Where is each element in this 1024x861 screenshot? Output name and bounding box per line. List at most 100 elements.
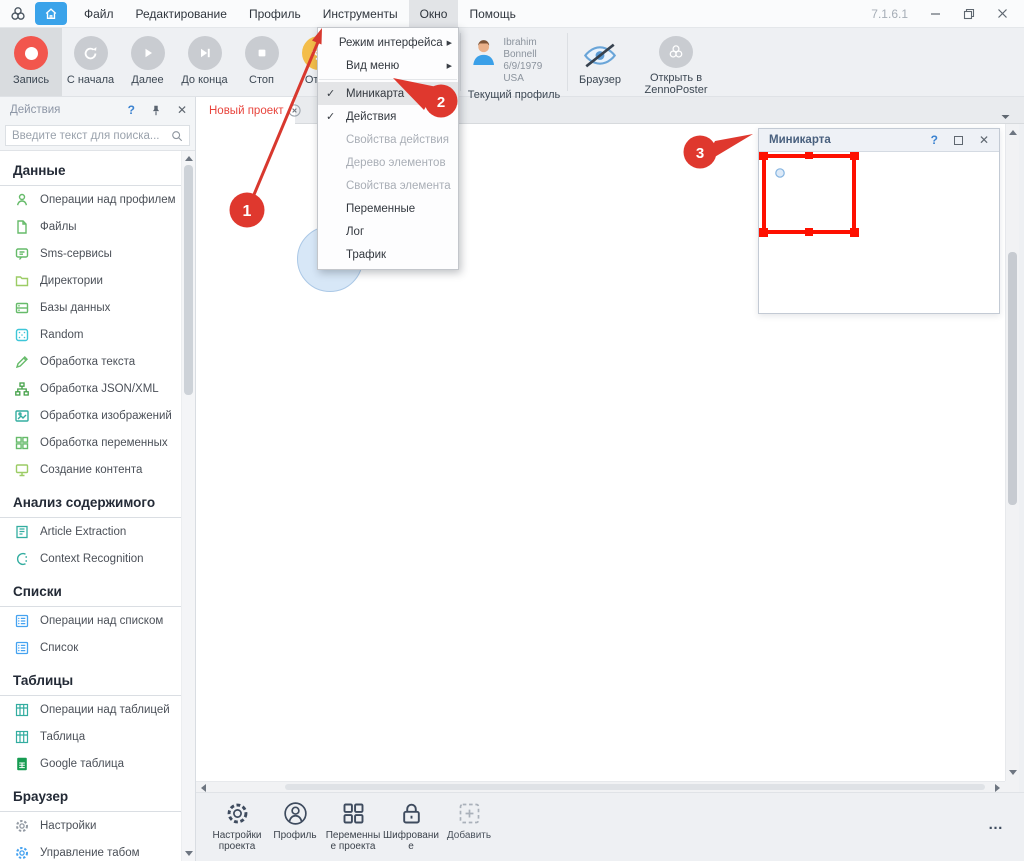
menu-item-actions[interactable]: ✓ Действия [318,105,458,128]
sidebar-item-profile-ops[interactable]: Операции над профилем [0,186,181,213]
minimap-viewport-indicator[interactable] [759,152,1001,313]
sidebar-item-files[interactable]: Файлы [0,213,181,240]
help-icon[interactable]: ? [128,103,135,117]
menu-item-interface-mode[interactable]: Режим интерфейса ▶ [318,31,458,54]
tab-list-dropdown-icon[interactable] [1001,107,1010,125]
scrollbar-thumb[interactable] [184,165,193,395]
scroll-right-icon[interactable] [995,784,1000,792]
browser-label: Браузер [579,74,621,86]
scrollbar-thumb[interactable] [1008,252,1017,505]
menu-item-traffic[interactable]: Трафик [318,243,458,266]
window-menu-dropdown: Режим интерфейса ▶ Вид меню ▶ ✓ Миникарт… [317,27,459,270]
section-header-tables: Таблицы [0,661,181,696]
scrollbar-thumb[interactable] [285,784,985,790]
open-in-zennoposter-button[interactable]: Открыть в ZennoPoster [632,28,720,96]
to-end-button[interactable]: До конца [176,28,233,96]
minimap-body[interactable] [759,152,999,313]
sidebar-item-variables-processing[interactable]: Обработка переменных [0,429,181,456]
menu-item-minimap[interactable]: ✓ Миникарта [318,82,458,105]
scroll-left-icon[interactable] [201,784,206,792]
menu-profile[interactable]: Профиль [238,0,312,27]
sidebar-scrollbar[interactable] [181,151,195,861]
menu-item-menu-view[interactable]: Вид меню ▶ [318,54,458,77]
person-icon [14,192,30,208]
sidebar-item-directories[interactable]: Директории [0,267,181,294]
menu-item-element-tree[interactable]: Дерево элементов [318,151,458,174]
google-sheet-icon [14,756,30,772]
file-icon [14,219,30,235]
open-in-line1: Открыть в [650,72,702,84]
current-profile-button[interactable]: Ibrahim Bonnell 6/9/1979 USA Текущий про… [461,28,567,96]
next-button[interactable]: Далее [119,28,176,96]
sidebar-item-table-ops[interactable]: Операции над таблицей [0,696,181,723]
sidebar-item-google-sheet[interactable]: Google таблица [0,750,181,777]
search-input[interactable] [12,130,171,142]
list-icon [14,613,30,629]
stop-button[interactable]: Стоп [233,28,290,96]
record-icon [14,36,48,70]
sidebar-item-text-processing[interactable]: Обработка текста [0,348,181,375]
pin-icon[interactable] [150,104,162,117]
menu-item-label: Свойства элемента [346,180,452,192]
close-panel-icon[interactable]: ✕ [177,103,187,117]
sidebar-item-settings[interactable]: Настройки [0,812,181,839]
project-variables-button[interactable]: Переменные проекта [324,800,382,852]
browser-toggle-button[interactable]: Браузер [568,28,632,96]
grid-icon [14,435,30,451]
sidebar-item-list-ops[interactable]: Операции над списком [0,607,181,634]
sidebar-item-json-xml[interactable]: Обработка JSON/XML [0,375,181,402]
sidebar-item-tab-management[interactable]: Управление табом [0,839,181,861]
maximize-icon[interactable] [954,136,963,145]
minimap-header[interactable]: Миникарта ? ✕ [759,129,999,152]
monitor-icon [14,462,30,478]
tab-close-icon[interactable] [288,104,301,117]
canvas-vertical-scrollbar[interactable] [1005,124,1019,781]
sidebar-item-content-creation[interactable]: Создание контента [0,456,181,483]
menu-tools[interactable]: Инструменты [312,0,409,27]
menu-item-element-properties[interactable]: Свойства элемента [318,174,458,197]
sidebar-item-sms[interactable]: Sms-сервисы [0,240,181,267]
version-label: 7.1.6.1 [871,7,908,21]
encryption-button[interactable]: Шифрование [382,800,440,852]
bottom-item-label: Настройки проекта [208,830,266,852]
menu-item-label: Свойства действия [346,134,452,146]
menu-window[interactable]: Окно [409,0,459,27]
tab-new-project[interactable]: Новый проект [196,97,295,124]
record-button[interactable]: Запись [0,28,62,96]
add-button[interactable]: Добавить [440,800,498,841]
bottom-toolbar: Настройки проекта Профиль Переменные про… [196,792,1024,861]
scroll-down-icon[interactable] [1009,770,1017,775]
current-profile-label: Текущий профиль [468,89,561,101]
menu-item-variables[interactable]: Переменные [318,197,458,220]
sidebar-item-article-extraction[interactable]: Article Extraction [0,518,181,545]
more-options-button[interactable]: … [988,816,1004,833]
help-icon[interactable]: ? [931,133,938,147]
scroll-up-icon[interactable] [185,156,193,161]
sidebar-item-context-recognition[interactable]: Context Recognition [0,545,181,572]
project-settings-button[interactable]: Настройки проекта [208,800,266,852]
next-label: Далее [131,74,163,86]
menu-help[interactable]: Помощь [458,0,526,27]
scroll-up-icon[interactable] [1009,130,1017,135]
sidebar-item-table[interactable]: Таблица [0,723,181,750]
close-panel-icon[interactable]: ✕ [979,133,989,147]
menu-file[interactable]: Файл [73,0,125,27]
sidebar-item-list[interactable]: Список [0,634,181,661]
profile-button[interactable]: Профиль [266,800,324,841]
canvas-horizontal-scrollbar[interactable] [196,781,1005,792]
to-end-label: До конца [181,74,227,86]
close-button[interactable] [997,8,1008,19]
minimize-button[interactable] [930,8,941,19]
sidebar-item-image-processing[interactable]: Обработка изображений [0,402,181,429]
eye-slash-icon [582,40,618,70]
restart-button[interactable]: С начала [62,28,119,96]
menu-edit[interactable]: Редактирование [125,0,238,27]
sidebar-item-random[interactable]: Random [0,321,181,348]
menu-item-action-properties[interactable]: Свойства действия [318,128,458,151]
home-button[interactable] [35,2,67,25]
scroll-down-icon[interactable] [185,851,193,856]
sidebar-item-label: Операции над профилем [40,194,176,206]
menu-item-log[interactable]: Лог [318,220,458,243]
sidebar-item-databases[interactable]: Базы данных [0,294,181,321]
restore-button[interactable] [963,8,975,20]
